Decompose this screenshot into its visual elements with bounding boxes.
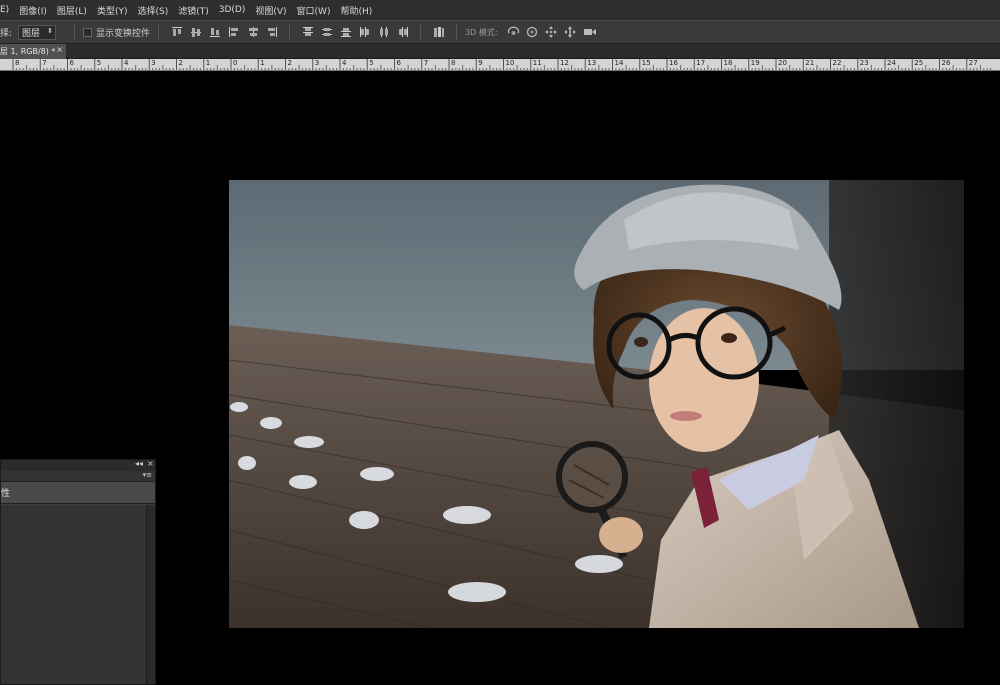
ruler-label: 8 [451,59,456,67]
ruler-label: 3 [151,59,156,67]
menu-item[interactable]: 3D(D) [214,5,251,15]
ruler-label: 27 [968,59,978,67]
ruler-label: 21 [805,59,815,67]
ruler-label: 12 [560,59,569,67]
properties-panel: ◂◂ × ▾≡ 性 [0,459,156,685]
panel-body [1,505,147,684]
ruler-ticks [12,59,992,70]
ruler-label: 25 [914,59,924,67]
menu-item[interactable]: 类型(Y) [92,4,133,17]
ruler-label: 7 [42,59,47,67]
auto-select-target-dropdown[interactable]: 图层 ⬍ [18,24,57,40]
align-bottom-edges-icon[interactable] [208,25,221,39]
distribute-top-edges-icon[interactable] [301,25,314,39]
ruler-label: 11 [532,59,542,67]
panel-header: 性 [1,482,155,504]
document-tab[interactable]: 层 1, RGB/8) * × [0,44,66,59]
3d-roll-icon[interactable] [526,25,539,39]
ruler-label: 6 [396,59,401,67]
menu-item[interactable]: 窗口(W) [292,4,336,17]
toolbar-separator [158,24,160,40]
3d-slide-icon[interactable] [564,25,577,39]
ruler-label: 6 [69,59,74,67]
options-bar: 择: 图层 ⬍ 显示变换控件 3D 模式: [0,20,1000,44]
dropdown-arrow-icon: ⬍ [47,26,54,35]
distribute-left-edges-icon[interactable] [358,25,371,39]
ruler-label: 13 [587,59,597,67]
document-tab-title: 层 1, RGB/8) * [0,47,56,56]
ruler-label: 10 [505,59,515,67]
ruler-label: 2 [287,59,292,67]
3d-rotate-icon[interactable] [507,25,520,39]
3d-mode-label: 3D 模式: [465,27,498,37]
panel-header-label: 性 [1,489,11,499]
menu-item[interactable]: E) [0,5,14,15]
ruler-label: 1 [205,59,211,67]
align-horizontal-centers-icon[interactable] [246,25,259,39]
ruler-label: 5 [369,59,374,67]
ruler-label: 5 [96,59,102,67]
ruler-label: 19 [750,59,760,67]
distribute-bottom-edges-icon[interactable] [339,25,352,39]
menu-bar: E) 图像(I) 图层(L) 类型(Y) 选择(S) 滤镜(T) 3D(D) 视图(V) 窗口(… [0,0,1000,20]
show-transform-controls-label: 显示变换控件 [96,28,151,39]
ruler-label: 3 [314,59,320,67]
ruler-label: 0 [233,59,238,67]
ruler-label: 26 [941,59,951,67]
close-panel-icon[interactable]: × [147,459,154,468]
panel-tab-strip: ▾≡ [1,471,155,482]
3d-scale-icon[interactable] [583,25,596,39]
ruler-label: 15 [641,59,651,67]
ruler-label: 14 [614,59,624,67]
auto-select-label: 择: [0,28,13,39]
toolbar-separator [420,24,422,40]
menu-item[interactable]: 选择(S) [132,4,173,17]
menu-item[interactable]: 帮助(H) [335,4,377,17]
align-left-edges-icon[interactable] [227,25,240,39]
distribute-right-edges-icon[interactable] [396,25,409,39]
ruler-label: 9 [478,59,483,67]
distribute-vertical-centers-icon[interactable] [320,25,333,39]
menu-item[interactable]: 滤镜(T) [173,4,214,17]
auto-select-target-value: 图层 [22,28,41,39]
show-transform-controls-checkbox[interactable] [83,27,93,37]
auto-align-layers-icon[interactable] [432,25,445,39]
panel-scrollbar[interactable] [146,505,155,684]
document-tab-bar: 层 1, RGB/8) * × [0,44,1000,59]
ruler-label: 8 [15,59,20,67]
toolbar-separator [74,24,76,40]
menu-item[interactable]: 视图(V) [250,4,291,17]
menu-item[interactable]: 图像(I) [14,4,52,17]
panel-menu-icon[interactable]: ▾≡ [143,471,152,479]
ruler-label: 7 [423,59,429,67]
toolbar-separator [289,24,291,40]
canvas-image[interactable] [229,180,964,628]
3d-pan-icon[interactable] [545,25,558,39]
ruler-label: 1 [260,59,265,67]
align-vertical-centers-icon[interactable] [189,25,202,39]
align-top-edges-icon[interactable] [170,25,183,39]
ruler-label: 4 [342,59,347,67]
ruler-label: 16 [669,59,678,67]
toolbar-separator [456,24,458,40]
detective-boy-photo [229,180,964,628]
ruler-label: 20 [778,59,787,67]
panel-titlebar[interactable]: ◂◂ × [1,459,155,471]
close-icon[interactable]: × [56,45,63,54]
ruler-label: 22 [832,59,842,67]
ruler-label: 4 [124,59,129,67]
ruler-label: 23 [859,59,869,67]
ruler-label: 24 [887,59,896,67]
ruler-label: 17 [696,59,706,67]
horizontal-ruler: 8 7 6 5 4 3 2 1 0 1 2 3 4 5 6 7 8 9 10 11 12 13 14 15 16 17 18 19 20… [0,59,1000,71]
ruler-label: 18 [723,59,733,67]
collapse-panel-icon[interactable]: ◂◂ [135,459,143,468]
menu-item[interactable]: 图层(L) [52,4,92,17]
ruler-label: 2 [178,59,183,67]
align-right-edges-icon[interactable] [265,25,278,39]
distribute-horizontal-centers-icon[interactable] [377,25,390,39]
